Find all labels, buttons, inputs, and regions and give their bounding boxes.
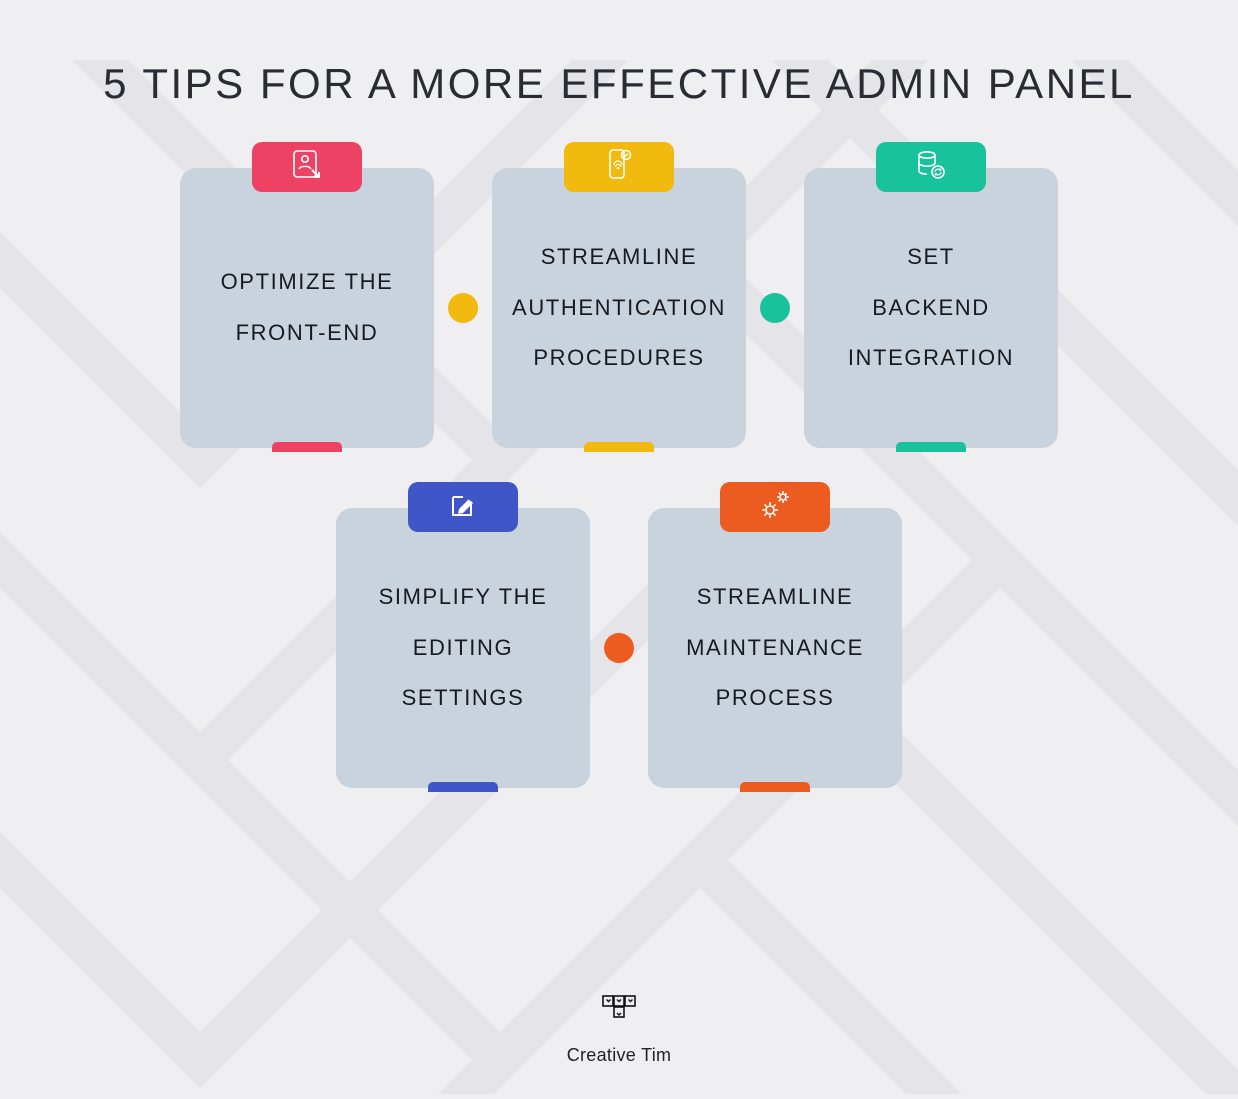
tip-card-optimize-front-end: OPTIMIZE THE FRONT-END <box>180 168 434 448</box>
tip-card-streamline-maintenance: STREAMLINE MAINTENANCE PROCESS <box>648 508 902 788</box>
card-bottom-tab <box>740 782 810 792</box>
card-icon-tab <box>564 142 674 192</box>
fingerprint-phone-icon <box>601 147 637 188</box>
tip-card-simplify-editing: SIMPLIFY THE EDITING SETTINGS <box>336 508 590 788</box>
card-icon-tab <box>408 482 518 532</box>
user-click-icon <box>289 147 325 188</box>
tip-card-label: SET BACKEND INTEGRATION <box>830 232 1032 384</box>
database-sync-icon <box>913 147 949 188</box>
tip-card-label: OPTIMIZE THE FRONT-END <box>203 257 412 358</box>
cards-row-1: OPTIMIZE THE FRONT-END STRE <box>180 168 1058 448</box>
tip-card-label: SIMPLIFY THE EDITING SETTINGS <box>361 572 566 724</box>
footer-label: Creative Tim <box>567 1045 672 1066</box>
card-bottom-tab <box>428 782 498 792</box>
tip-card-streamline-authentication: STREAMLINE AUTHENTICATION PROCEDURES <box>492 168 746 448</box>
tip-card-label: STREAMLINE AUTHENTICATION PROCEDURES <box>494 232 744 384</box>
connector-dot <box>760 293 790 323</box>
connector-dot <box>448 293 478 323</box>
gears-icon <box>756 486 794 529</box>
cards-row-2: SIMPLIFY THE EDITING SETTINGS <box>336 508 902 788</box>
tip-card-label: STREAMLINE MAINTENANCE PROCESS <box>668 572 882 724</box>
creative-tim-logo-icon <box>597 992 641 1037</box>
card-icon-tab <box>876 142 986 192</box>
footer-branding: Creative Tim <box>0 992 1238 1066</box>
connector-dot <box>604 633 634 663</box>
card-bottom-tab <box>584 442 654 452</box>
card-icon-tab <box>252 142 362 192</box>
tip-card-backend-integration: SET BACKEND INTEGRATION <box>804 168 1058 448</box>
page-title: 5 TIPS FOR A MORE EFFECTIVE ADMIN PANEL <box>0 60 1238 108</box>
card-icon-tab <box>720 482 830 532</box>
card-bottom-tab <box>272 442 342 452</box>
edit-square-icon <box>445 487 481 528</box>
card-bottom-tab <box>896 442 966 452</box>
